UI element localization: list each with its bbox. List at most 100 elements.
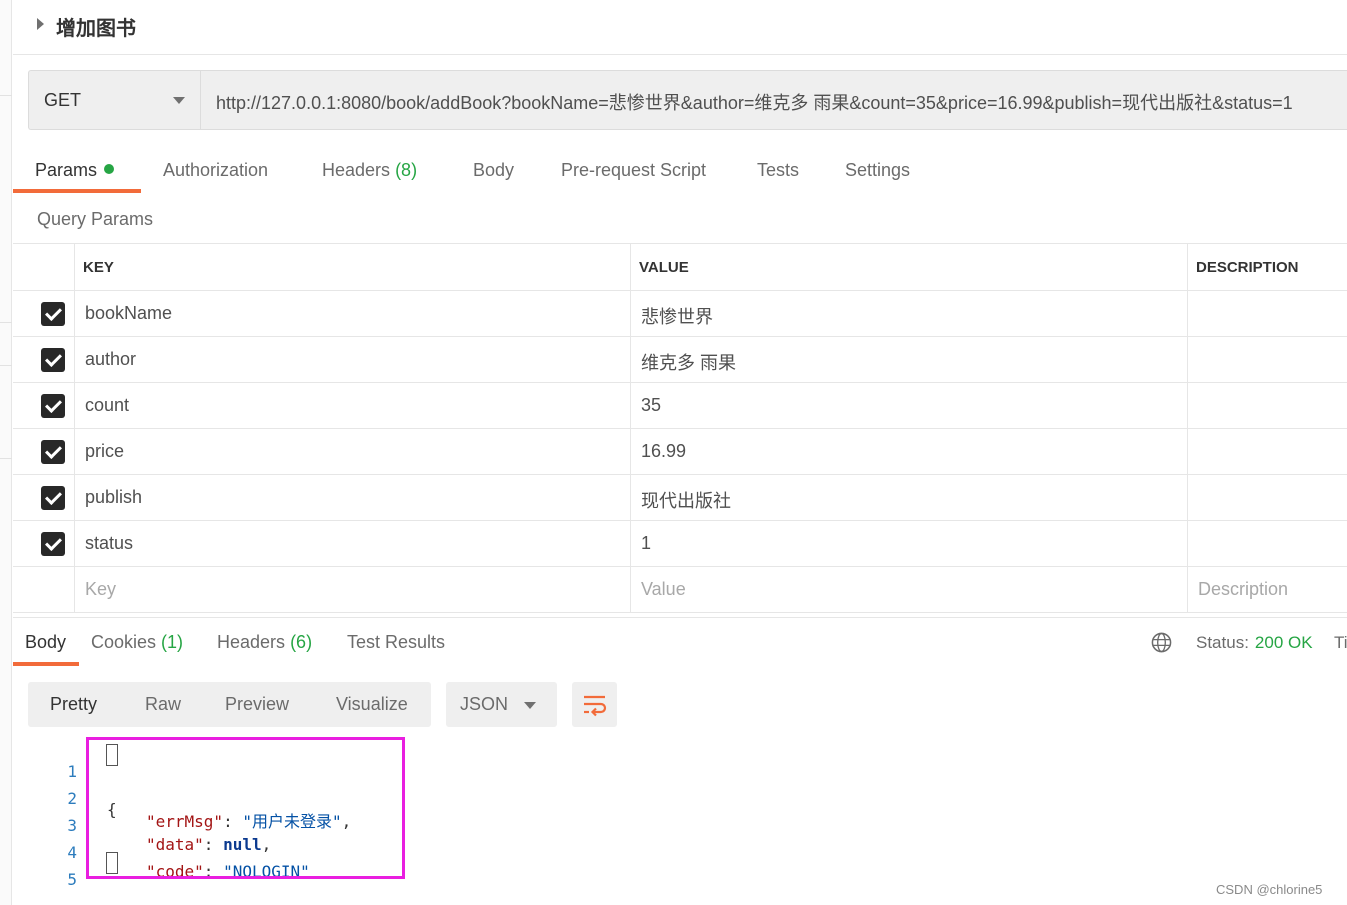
chevron-down-icon [173, 97, 185, 104]
column-header-value: VALUE [639, 259, 689, 276]
table-row: bookName 悲惨世界 [13, 291, 1347, 337]
expand-caret-icon[interactable] [37, 18, 44, 30]
row-check-cell [13, 383, 74, 428]
tab-params[interactable]: Params [35, 160, 115, 181]
row-value-cell[interactable]: 悲惨世界 [630, 291, 1187, 336]
row-description-cell[interactable] [1187, 429, 1347, 474]
row-key-cell[interactable]: status [74, 521, 630, 566]
row-value-cell[interactable]: 维克多 雨果 [630, 337, 1187, 382]
response-tabs: Body Cookies (1) Headers (6) Test Result… [13, 622, 1347, 667]
format-select[interactable]: JSON [446, 682, 557, 727]
params-table: KEY VALUE DESCRIPTION bookName 悲惨世界 auth… [13, 243, 1347, 613]
tab-test-results[interactable]: Test Results [347, 632, 445, 653]
row-description-cell[interactable] [1187, 521, 1347, 566]
params-indicator-dot [104, 164, 115, 174]
param-value: 现代出版社 [641, 491, 731, 511]
tab-label: Settings [845, 160, 911, 180]
tab-headers[interactable]: Headers (8) [322, 160, 417, 181]
tab-label: Pre-request Script [561, 160, 707, 180]
tab-count: (1) [161, 632, 184, 652]
row-description-cell[interactable] [1187, 475, 1347, 520]
format-label: JSON [460, 694, 509, 714]
key-placeholder: Key [85, 579, 117, 599]
tab-tests[interactable]: Tests [757, 160, 799, 181]
status-value[interactable]: 200 OK [1255, 633, 1313, 652]
row-value-cell[interactable]: 现代出版社 [630, 475, 1187, 520]
method-select[interactable]: GET [29, 71, 201, 129]
line-number: 5 [67, 870, 77, 889]
row-description-cell[interactable] [1187, 291, 1347, 336]
param-key: publish [85, 487, 143, 507]
globe-icon[interactable] [1151, 632, 1172, 653]
param-value: 1 [641, 533, 652, 553]
tab-body[interactable]: Body [473, 160, 514, 181]
sidebar-divider [0, 322, 12, 323]
active-response-tab-underline [13, 662, 79, 666]
row-key-cell[interactable]: count [74, 383, 630, 428]
param-value: 悲惨世界 [641, 307, 713, 327]
tab-label: Headers [217, 632, 286, 652]
status-label: Status: [1196, 633, 1249, 652]
query-params-label: Query Params [37, 209, 154, 229]
param-key: bookName [85, 303, 173, 323]
view-pretty-button[interactable]: Pretty [50, 694, 97, 715]
request-title[interactable]: 增加图书 [56, 12, 136, 41]
table-row: author 维克多 雨果 [13, 337, 1347, 383]
row-description-cell[interactable] [1187, 383, 1347, 428]
description-placeholder: Description [1198, 579, 1289, 599]
wrap-lines-button[interactable] [572, 682, 617, 727]
table-row: price 16.99 [13, 429, 1347, 475]
new-description-input[interactable]: Description [1187, 567, 1347, 612]
wrap-lines-icon [584, 695, 607, 717]
tab-pre-request-script[interactable]: Pre-request Script [561, 160, 706, 181]
header-check-cell [13, 244, 74, 290]
row-value-cell[interactable]: 1 [630, 521, 1187, 566]
request-tabs: Params Authorization Headers (8) Body Pr… [13, 150, 1347, 195]
method-label: GET [44, 90, 82, 110]
row-value-cell[interactable]: 16.99 [630, 429, 1187, 474]
new-key-input[interactable]: Key [74, 567, 630, 612]
tab-response-headers[interactable]: Headers (6) [217, 632, 312, 653]
tab-label: Params [35, 160, 98, 180]
new-value-input[interactable]: Value [630, 567, 1187, 612]
tab-label: Tests [757, 160, 800, 180]
column-header-description: DESCRIPTION [1196, 259, 1299, 276]
response-divider [13, 617, 1347, 618]
table-row: count 35 [13, 383, 1347, 429]
params-table-header: KEY VALUE DESCRIPTION [13, 244, 1347, 291]
tab-label: Test Results [347, 632, 446, 652]
tab-authorization[interactable]: Authorization [163, 160, 268, 181]
row-check-cell [13, 567, 74, 612]
param-value: 35 [641, 395, 662, 415]
row-key-cell[interactable]: price [74, 429, 630, 474]
param-key: author [85, 349, 137, 369]
tab-settings[interactable]: Settings [845, 160, 910, 181]
url-input[interactable]: http://127.0.0.1:8080/book/addBook?bookN… [216, 89, 1293, 115]
param-key: status [85, 533, 134, 553]
tab-label: Headers [322, 160, 391, 180]
row-value-cell[interactable]: 35 [630, 383, 1187, 428]
view-raw-button[interactable]: Raw [145, 694, 181, 715]
param-checkbox[interactable] [41, 440, 65, 464]
param-checkbox[interactable] [41, 394, 65, 418]
column-header-key: KEY [83, 259, 114, 276]
row-key-cell[interactable]: author [74, 337, 630, 382]
view-visualize-button[interactable]: Visualize [336, 694, 408, 715]
tab-response-body[interactable]: Body [25, 632, 66, 653]
param-checkbox[interactable] [41, 302, 65, 326]
header-description-cell: DESCRIPTION [1187, 244, 1347, 290]
header-key-cell: KEY [74, 244, 630, 290]
param-checkbox[interactable] [41, 486, 65, 510]
param-checkbox[interactable] [41, 532, 65, 556]
row-key-cell[interactable]: bookName [74, 291, 630, 336]
tab-label: Body [473, 160, 515, 180]
sidebar-divider [0, 365, 12, 366]
row-description-cell[interactable] [1187, 337, 1347, 382]
param-checkbox[interactable] [41, 348, 65, 372]
tab-response-cookies[interactable]: Cookies (1) [91, 632, 183, 653]
row-check-cell [13, 291, 74, 336]
param-value: 16.99 [641, 441, 687, 461]
view-preview-button[interactable]: Preview [225, 694, 289, 715]
row-key-cell[interactable]: publish [74, 475, 630, 520]
table-row: publish 现代出版社 [13, 475, 1347, 521]
